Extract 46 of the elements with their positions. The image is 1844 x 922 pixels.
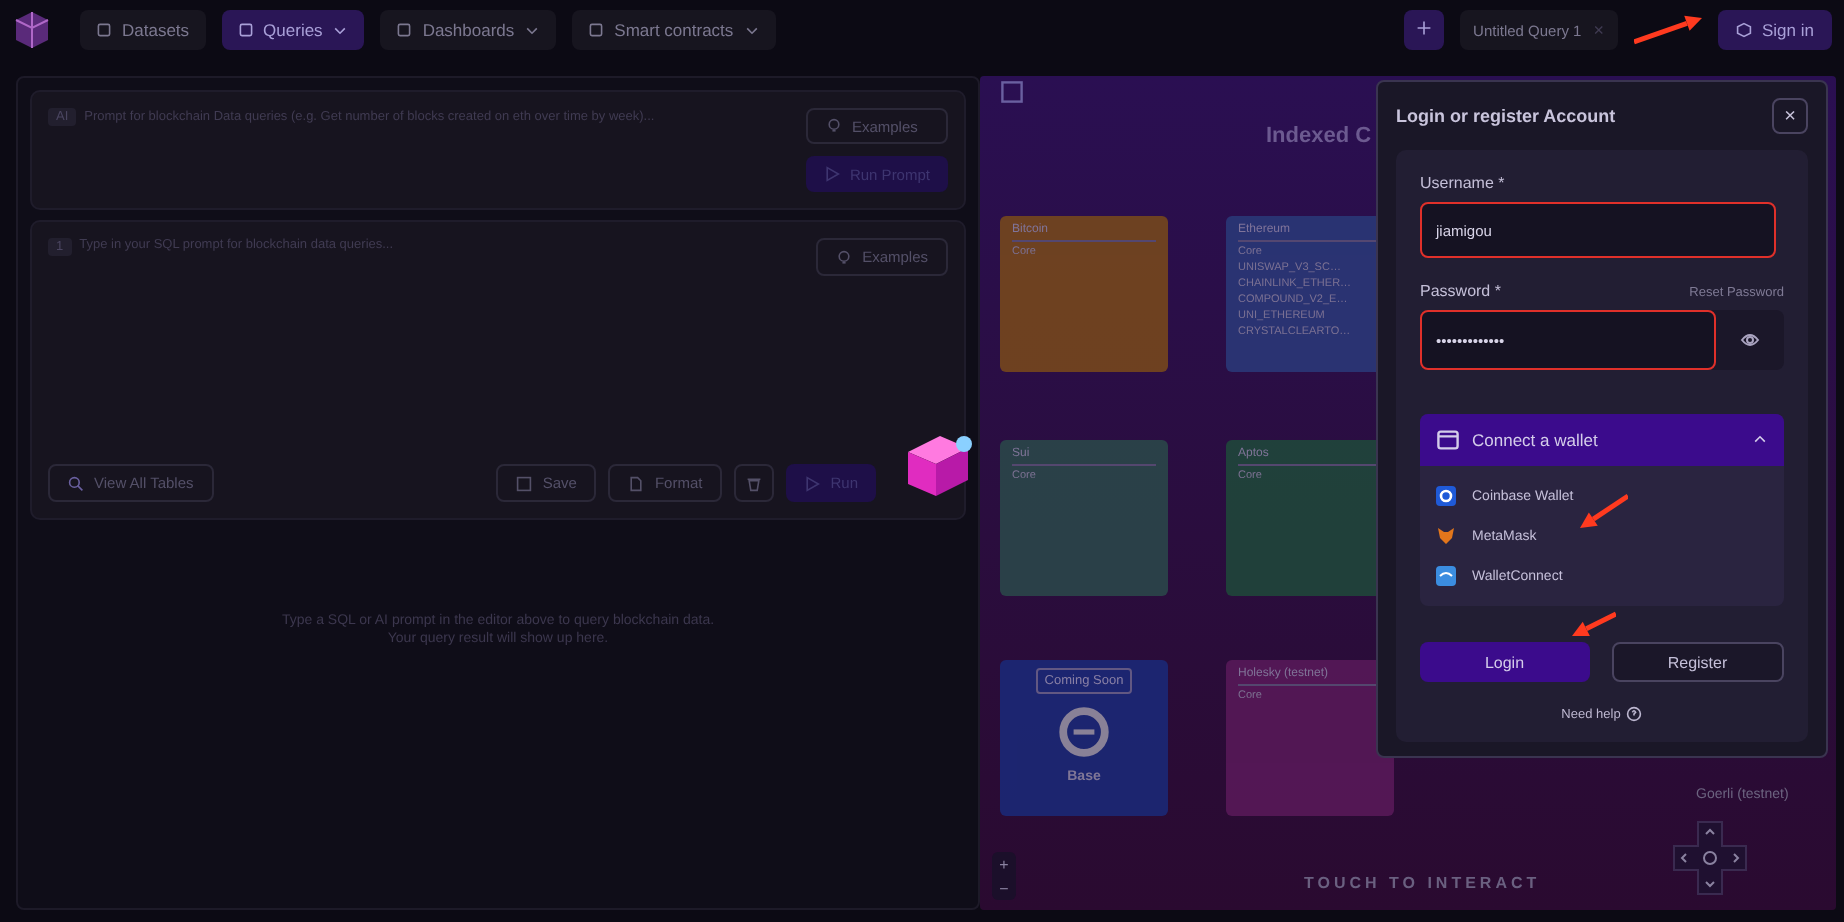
add-button[interactable] — [1403, 10, 1444, 50]
zoom-in-button[interactable]: + — [999, 852, 1009, 876]
help-icon — [1626, 706, 1643, 722]
bulb-icon — [825, 118, 842, 135]
nav-tab[interactable]: Smart contracts — [572, 10, 776, 50]
cube-icon — [1736, 22, 1752, 38]
connect-wallet-header[interactable]: Connect a wallet — [1420, 414, 1784, 466]
play-icon — [823, 166, 840, 183]
nav-icon — [396, 22, 413, 38]
base-logo-icon — [1058, 706, 1110, 758]
nav-tab[interactable]: Dashboards — [380, 10, 557, 50]
nav-tab[interactable]: Datasets — [80, 10, 206, 50]
caret-icon — [524, 22, 541, 38]
save-icon[interactable] — [1000, 80, 1024, 104]
plus-icon — [1415, 20, 1432, 36]
logo-icon[interactable] — [12, 10, 52, 50]
wallet-icon — [1436, 428, 1460, 452]
fox-icon — [1436, 526, 1456, 546]
chevron-icon — [1752, 432, 1768, 448]
register-button[interactable]: Register — [1611, 642, 1784, 682]
canvas-title: Indexed C — [1266, 124, 1372, 148]
wave-icon — [1436, 566, 1456, 586]
field-label: Password * — [1420, 282, 1501, 300]
login-button[interactable]: Login — [1420, 642, 1589, 682]
nav-icon — [237, 22, 254, 38]
field-label: Username * — [1420, 174, 1507, 192]
close-icon[interactable]: × — [1593, 20, 1604, 40]
sign-in-button[interactable]: Sign in — [1718, 10, 1832, 50]
document-icon — [628, 475, 645, 491]
search-icon — [68, 475, 84, 491]
caret-icon — [743, 22, 760, 38]
zoom-out-button[interactable]: − — [999, 876, 1009, 900]
nav-icon — [588, 22, 605, 38]
bulb-icon — [836, 249, 853, 265]
caret-icon — [332, 22, 349, 38]
coin-icon — [1436, 486, 1456, 506]
direction-pad-icon[interactable] — [1672, 820, 1748, 896]
nav-icon — [96, 22, 112, 38]
trash-icon — [746, 475, 763, 491]
play-icon — [804, 475, 821, 491]
dialog-title: Login or register Account — [1396, 106, 1616, 126]
save-icon — [516, 475, 533, 491]
interact-hint: TOUCH TO INTERACT — [1304, 874, 1541, 892]
eye-icon — [1740, 330, 1760, 350]
close-button[interactable]: × — [1772, 98, 1808, 134]
nav-tab[interactable]: Queries — [221, 10, 365, 50]
